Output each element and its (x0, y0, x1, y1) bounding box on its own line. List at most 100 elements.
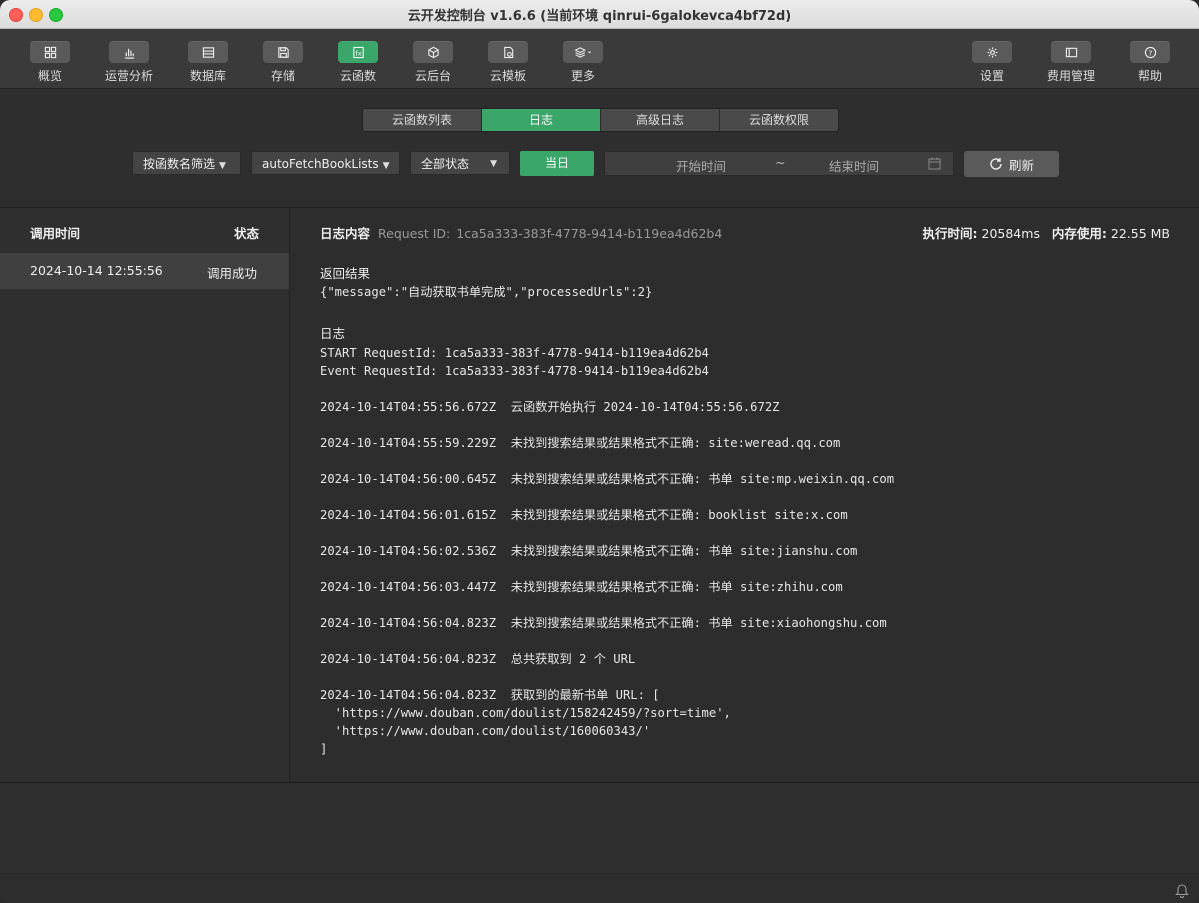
invocation-list-header: 调用时间 状态 (0, 208, 289, 252)
tab-function-permissions[interactable]: 云函数权限 (720, 109, 838, 131)
bell-icon[interactable] (1175, 882, 1189, 898)
memory-label: 内存使用: (1051, 226, 1107, 241)
start-time-field[interactable]: 开始时间 (676, 156, 726, 175)
filter-by-function-label: 按函数名筛选 (143, 157, 216, 171)
function-name-value: autoFetchBookLists (262, 157, 379, 171)
toolbar-label: 更多 (570, 69, 595, 83)
date-range-picker[interactable]: 开始时间 ~ 结束时间 (604, 151, 954, 176)
tab-function-list[interactable]: 云函数列表 (363, 109, 482, 131)
function-name-select[interactable]: autoFetchBookLists ▼ (251, 151, 400, 175)
log-title: 日志内容 (320, 226, 371, 241)
toolbar-more[interactable]: 更多 (543, 41, 623, 84)
request-id-value: 1ca5a333-383f-4778-9414-b119ea4d62b4 (456, 226, 723, 241)
log-line: 2024-10-14T04:55:56.672Z 云函数开始执行 2024-10… (320, 400, 780, 414)
status-value: 全部状态 (421, 157, 470, 171)
log-line: 2024-10-14T04:56:04.823Z 获取到的最新书单 URL: [ (320, 688, 660, 702)
toolbar-settings[interactable]: 设置 (952, 41, 1032, 84)
toolbar-functions[interactable]: fx 云函数 (318, 41, 398, 84)
refresh-label: 刷新 (1008, 157, 1034, 173)
chevron-down-icon: ▼ (490, 159, 497, 169)
bottom-panel (0, 782, 1199, 903)
help-icon: ? (1130, 41, 1170, 63)
end-time-field[interactable]: 结束时间 (829, 156, 879, 175)
column-call-time: 调用时间 (30, 226, 81, 241)
chevron-down-icon: ▼ (382, 161, 390, 171)
save-icon (263, 41, 303, 63)
toolbar-cloud-admin[interactable]: 云后台 (393, 41, 473, 84)
log-line: 2024-10-14T04:56:00.645Z 未找到搜索结果或结果格式不正确… (320, 472, 895, 486)
function-log-header: 云函数列表 日志 高级日志 云函数权限 按函数名筛选 ▼ autoFetchBoo… (0, 89, 1199, 208)
toolbar-help[interactable]: ? 帮助 (1110, 41, 1190, 84)
toolbar-overview[interactable]: 概览 (10, 41, 90, 84)
toolbar-label: 云函数 (339, 69, 376, 83)
log-output: START RequestId: 1ca5a333-383f-4778-9414… (320, 344, 894, 758)
svg-text:?: ? (1148, 48, 1152, 57)
result-body: {"message":"自动获取书单完成","processedUrls":2} (320, 285, 653, 299)
log-line: 2024-10-14T04:56:04.823Z 未找到搜索结果或结果格式不正确… (320, 616, 887, 630)
memory-value: 22.55 MB (1110, 226, 1170, 241)
log-section-title: 日志 (320, 326, 346, 341)
cube-icon (413, 41, 453, 63)
status-bar (0, 873, 1199, 903)
grid-icon (30, 41, 70, 63)
exec-time-value: 20584ms (981, 226, 1040, 241)
title-bar: 云开发控制台 v1.6.6 (当前环境 qinrui-6galokevca4bf… (0, 0, 1199, 29)
invocation-row[interactable]: 2024-10-14 12:55:56 调用成功 (0, 253, 289, 289)
today-button[interactable]: 当日 (520, 151, 594, 176)
log-line: START RequestId: 1ca5a333-383f-4778-9414… (320, 346, 709, 360)
function-icon: fx (338, 41, 378, 63)
gear-icon (972, 41, 1012, 63)
main-toolbar: 概览 运营分析 数据库 存储 fx 云函数 云后台 云模板 更多 设置 费用管理… (0, 29, 1199, 89)
refresh-icon (990, 158, 1002, 170)
bar-chart-icon (109, 41, 149, 63)
log-line: 2024-10-14T04:56:01.615Z 未找到搜索结果或结果格式不正确… (320, 508, 848, 522)
invocation-time: 2024-10-14 12:55:56 (30, 263, 163, 278)
tab-advanced-logs[interactable]: 高级日志 (601, 109, 720, 131)
toolbar-database[interactable]: 数据库 (168, 41, 248, 84)
log-line: ] (320, 742, 328, 756)
status-select[interactable]: 全部状态 ▼ (410, 151, 510, 175)
log-metrics: 执行时间: 20584ms 内存使用: 22.55 MB (923, 223, 1170, 242)
toolbar-label: 存储 (270, 69, 295, 83)
invocation-list: 调用时间 状态 2024-10-14 12:55:56 调用成功 (0, 208, 290, 782)
log-header: 日志内容 Request ID: 1ca5a333-383f-4778-9414… (320, 223, 722, 242)
column-status: 状态 (234, 226, 260, 241)
toolbar-label: 数据库 (189, 69, 226, 83)
toolbar-label: 帮助 (1137, 69, 1162, 83)
log-line: 2024-10-14T04:56:03.447Z 未找到搜索结果或结果格式不正确… (320, 580, 843, 594)
exec-time-label: 执行时间: (922, 226, 978, 241)
billing-icon (1051, 41, 1091, 63)
toolbar-storage[interactable]: 存储 (243, 41, 323, 84)
log-line: Event RequestId: 1ca5a333-383f-4778-9414… (320, 364, 709, 378)
toolbar-label: 云模板 (489, 69, 526, 83)
toolbar-label: 运营分析 (104, 69, 153, 83)
log-line: 2024-10-14T04:56:02.536Z 未找到搜索结果或结果格式不正确… (320, 544, 858, 558)
log-line: 2024-10-14T04:55:59.229Z 未找到搜索结果或结果格式不正确… (320, 436, 841, 450)
refresh-button[interactable]: 刷新 (964, 151, 1059, 177)
toolbar-label: 概览 (37, 69, 62, 83)
toolbar-label: 云后台 (414, 69, 451, 83)
toolbar-billing[interactable]: 费用管理 (1031, 41, 1111, 84)
request-id-label: Request ID: (378, 226, 451, 241)
filter-by-function-select[interactable]: 按函数名筛选 ▼ (132, 151, 241, 175)
calendar-icon (928, 157, 941, 170)
database-icon (188, 41, 228, 63)
log-line: 2024-10-14T04:56:04.823Z 总共获取到 2 个 URL (320, 652, 636, 666)
chevron-down-icon: ▼ (219, 161, 226, 171)
toolbar-label: 费用管理 (1046, 69, 1095, 83)
toolbar-analytics[interactable]: 运营分析 (89, 41, 169, 84)
result-section-title: 返回结果 (320, 266, 371, 281)
template-icon (488, 41, 528, 63)
toolbar-templates[interactable]: 云模板 (468, 41, 548, 84)
tab-logs[interactable]: 日志 (482, 109, 601, 131)
log-line: 'https://www.douban.com/doulist/15824245… (320, 706, 731, 720)
